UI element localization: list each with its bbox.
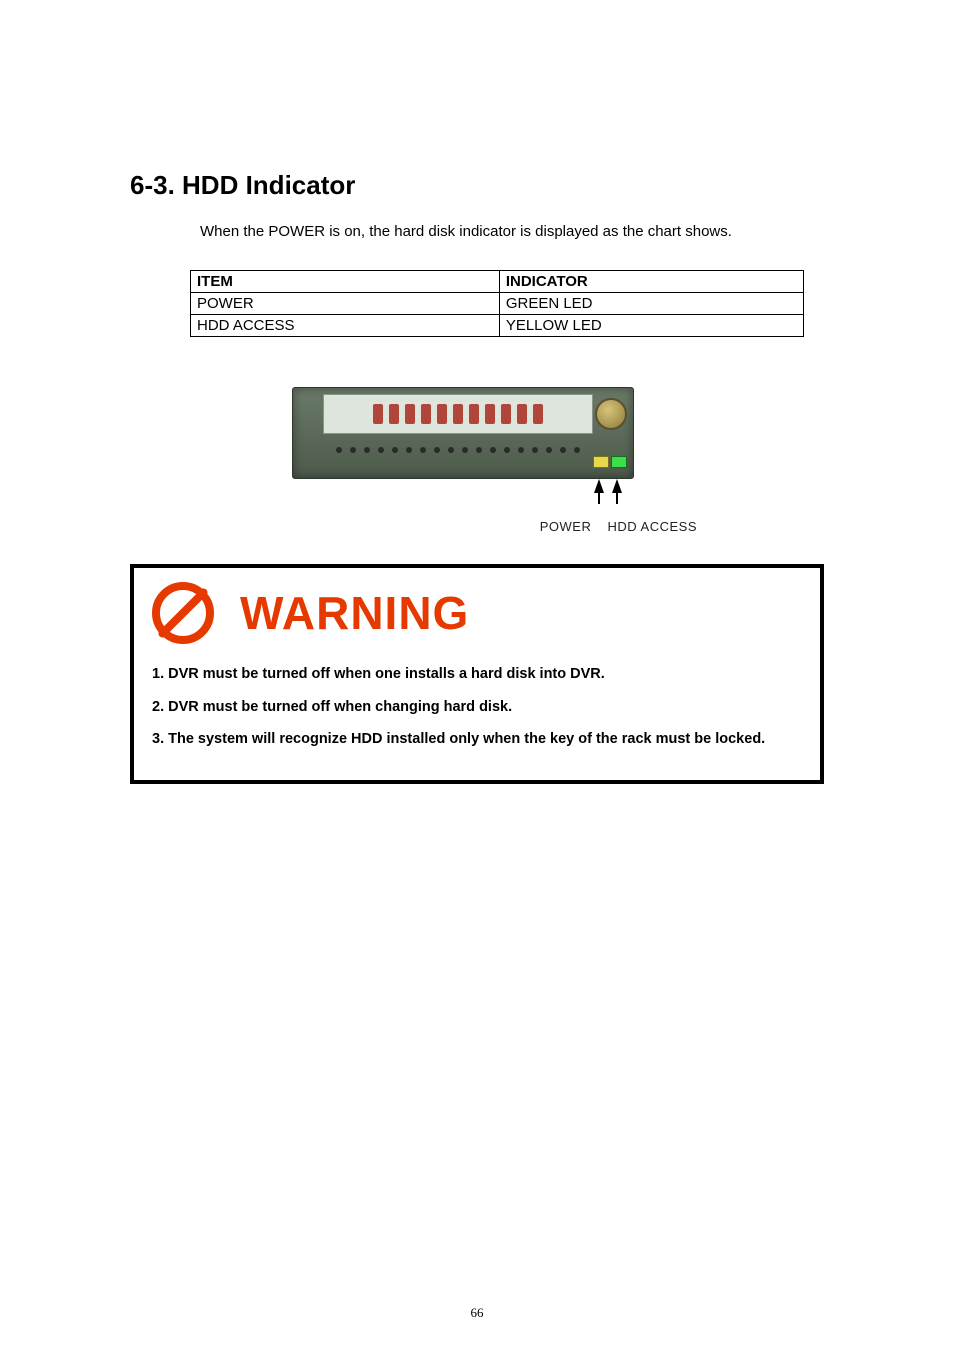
warning-body: 1. DVR must be turned off when one insta…	[152, 662, 802, 752]
photo-callout-labels: POWER HDD ACCESS	[257, 519, 697, 534]
table-cell: POWER	[191, 293, 500, 315]
arrow-icon	[612, 479, 622, 493]
warning-box: WARNING 1. DVR must be turned off when o…	[130, 564, 824, 784]
document-page: 6-3. HDD Indicator When the POWER is on,…	[0, 0, 954, 1351]
label-power: POWER	[540, 519, 592, 534]
table-row: HDD ACCESS YELLOW LED	[191, 315, 804, 337]
section-heading: 6-3. HDD Indicator	[130, 170, 824, 201]
warning-line: 1. DVR must be turned off when one insta…	[152, 662, 802, 687]
drive-dots	[323, 438, 593, 462]
arrow-icon	[594, 479, 604, 493]
drive-vents-panel	[323, 394, 593, 434]
table-cell: YELLOW LED	[499, 315, 803, 337]
lock-icon	[595, 398, 627, 430]
power-led	[611, 456, 627, 468]
page-number: 66	[0, 1305, 954, 1321]
label-hdd-access: HDD ACCESS	[607, 519, 697, 534]
prohibition-icon	[152, 582, 214, 644]
table-header-item: ITEM	[191, 271, 500, 293]
table-cell: HDD ACCESS	[191, 315, 500, 337]
hdd-access-led	[593, 456, 609, 468]
warning-line: 2. DVR must be turned off when changing …	[152, 695, 802, 720]
drive-bay	[292, 387, 634, 479]
intro-paragraph: When the POWER is on, the hard disk indi…	[200, 223, 824, 240]
indicator-table: ITEM INDICATOR POWER GREEN LED HDD ACCES…	[190, 270, 804, 337]
callout-arrows	[292, 479, 632, 509]
table-row: POWER GREEN LED	[191, 293, 804, 315]
indicator-table-wrap: ITEM INDICATOR POWER GREEN LED HDD ACCES…	[190, 270, 804, 337]
warning-header: WARNING	[152, 582, 802, 644]
warning-line: 3. The system will recognize HDD install…	[152, 727, 802, 752]
table-cell: GREEN LED	[499, 293, 803, 315]
table-header-row: ITEM INDICATOR	[191, 271, 804, 293]
vent-slots	[373, 404, 543, 424]
drive-bay-illustration	[292, 387, 662, 509]
table-header-indicator: INDICATOR	[499, 271, 803, 293]
warning-title: WARNING	[240, 586, 469, 640]
